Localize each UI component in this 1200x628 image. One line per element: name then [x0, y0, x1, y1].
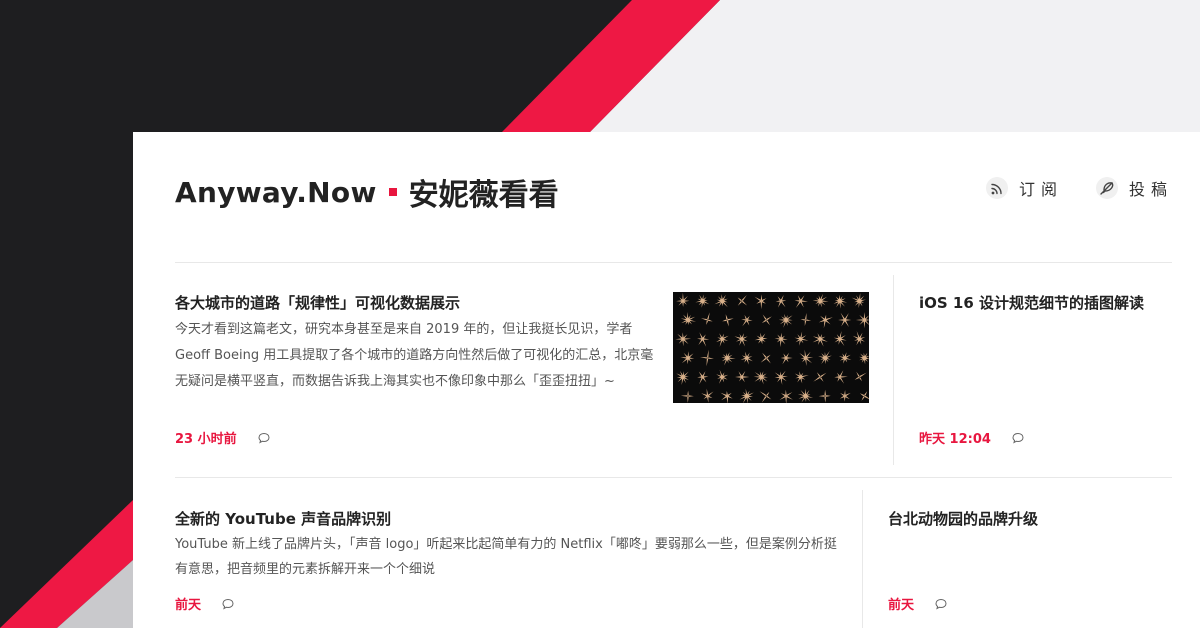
orientation-plot [680, 390, 694, 403]
orientation-plot [720, 391, 733, 403]
orientation-plot [737, 295, 748, 306]
orientation-plot [722, 314, 734, 327]
submit-link[interactable]: 投稿 [1095, 176, 1173, 200]
orientation-plot [735, 371, 750, 383]
orientation-plot [851, 293, 866, 308]
article-meta: 前天 [175, 594, 235, 613]
orientation-plot [833, 331, 847, 346]
orientation-plot [716, 333, 729, 347]
orientation-plot [775, 295, 787, 308]
orientation-plot [854, 371, 867, 382]
orientation-plot [753, 371, 768, 385]
orientation-plot [838, 352, 852, 364]
orientation-plot [739, 388, 754, 403]
comment-icon[interactable] [934, 597, 948, 611]
orientation-plot [794, 295, 808, 308]
article-time: 昨天 12:04 [919, 432, 991, 447]
orientation-plot [740, 351, 753, 365]
article-meta: 昨天 12:04 [919, 428, 1025, 447]
orientation-plot [680, 351, 695, 365]
article-thumbnail[interactable] [673, 292, 869, 403]
article-title[interactable]: 各大城市的道路「规律性」可视化数据展示 [175, 292, 460, 313]
orientation-plot [700, 349, 714, 367]
orientation-plot [794, 371, 809, 384]
orientation-plot [695, 294, 710, 308]
orientation-plot [701, 312, 713, 325]
article-meta: 前天 [888, 594, 948, 613]
orientation-plot [800, 313, 812, 326]
orientation-plot [778, 314, 793, 328]
orientation-plot [812, 333, 828, 347]
orientation-plot [813, 372, 827, 382]
article-meta: 23 小时前 [175, 428, 271, 447]
brand-name-en: Anyway.Now [175, 175, 377, 209]
comment-icon[interactable] [1011, 431, 1025, 445]
orientation-plot [714, 294, 728, 308]
header-divider [175, 262, 1172, 263]
orientation-plot [779, 389, 793, 403]
article-title[interactable]: iOS 16 设计规范细节的插图解读 [919, 292, 1144, 313]
site-logo[interactable]: Anyway.Now 安妮薇看看 [175, 170, 559, 214]
column-divider-top [893, 275, 894, 465]
orientation-plot [839, 390, 851, 402]
orientation-plot [794, 331, 809, 346]
article-time: 前天 [888, 598, 915, 613]
brand-dot [388, 188, 397, 196]
orientation-plot [818, 351, 832, 365]
orientation-plot [734, 333, 748, 347]
orientation-plot [812, 293, 829, 308]
orientation-plot [833, 294, 848, 309]
article-time: 前天 [175, 598, 202, 613]
orientation-plot [675, 332, 692, 347]
orientation-plot [838, 312, 852, 327]
orientation-plot [774, 332, 788, 348]
submit-label: 投稿 [1129, 180, 1174, 199]
orientation-plot [799, 349, 814, 366]
article-time: 23 小时前 [175, 432, 237, 447]
article-excerpt: YouTube 新上线了品牌片头，「声音 logo」听起来比起简单有力的 Net… [175, 537, 837, 577]
orientation-plot [754, 294, 767, 310]
orientation-plot [701, 388, 714, 403]
orientation-plot [697, 371, 709, 385]
orientation-plot [859, 391, 869, 401]
feather-icon [1096, 177, 1118, 199]
orientation-plot [852, 331, 866, 346]
orientation-plot [818, 389, 831, 403]
article-excerpt: 今天才看到这篇老文，研究本身甚至是来自 2019 年的，但让我挺长见识，学者 G… [175, 322, 654, 389]
subscribe-link[interactable]: 订阅 [985, 176, 1063, 200]
orientation-plot [676, 371, 689, 385]
comment-icon[interactable] [257, 431, 271, 445]
column-divider-bottom [862, 490, 863, 628]
orientation-plot [761, 314, 772, 326]
row-divider [175, 477, 1172, 478]
brand-name-zh: 安妮薇看看 [408, 178, 559, 213]
orientation-plot [760, 352, 771, 364]
article-title[interactable]: 全新的 YouTube 声音品牌识别 [175, 508, 391, 529]
orientation-plot [721, 352, 736, 366]
content-card: Anyway.Now 安妮薇看看 订阅 投稿 各大城市的道路「规律性」可视化数据… [133, 132, 1200, 628]
subscribe-label: 订阅 [1019, 180, 1064, 199]
orientation-plot [834, 370, 848, 384]
orientation-plot [855, 312, 869, 329]
orientation-plot [797, 388, 814, 403]
orientation-plot [741, 314, 753, 327]
orientation-plot [680, 312, 696, 326]
orientation-plot [774, 370, 788, 385]
orientation-plot [676, 292, 690, 307]
article-title[interactable]: 台北动物园的品牌升级 [888, 508, 1038, 529]
orientation-plot [759, 391, 772, 403]
comment-icon[interactable] [221, 597, 235, 611]
orientation-plot [716, 369, 729, 384]
orientation-plot [754, 332, 768, 345]
orientation-plot [697, 332, 710, 347]
orientation-plot [818, 314, 833, 329]
rss-icon [986, 177, 1008, 199]
orientation-plot [780, 352, 793, 365]
orientation-plot [859, 352, 869, 365]
